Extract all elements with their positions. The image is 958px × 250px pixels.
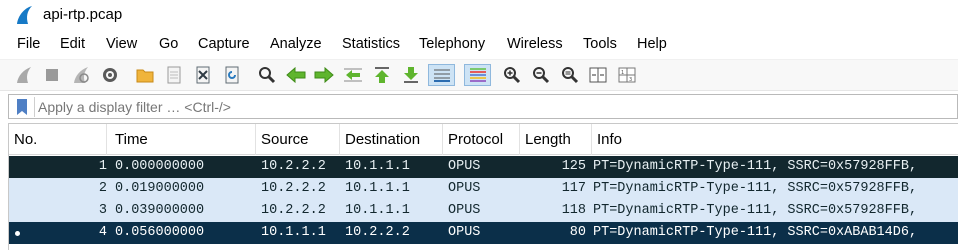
menu-tools[interactable]: Tools — [583, 36, 617, 52]
packet-source: 10.1.1.1 — [261, 225, 326, 240]
go-first-packet-icon[interactable] — [371, 64, 393, 86]
menu-file[interactable]: File — [17, 36, 40, 52]
go-last-packet-icon[interactable] — [400, 64, 422, 86]
packet-time: 0.000000000 — [115, 159, 205, 174]
wireshark-fin-icon — [17, 6, 32, 24]
packet-row[interactable]: 3 0.039000000 10.2.2.2 10.1.1.1 OPUS 118… — [9, 200, 958, 222]
packet-protocol: OPUS — [448, 181, 481, 196]
packet-length: 80 — [569, 225, 586, 240]
restart-capture-icon[interactable] — [70, 64, 92, 86]
find-packet-icon[interactable] — [256, 64, 278, 86]
svg-text:1: 1 — [621, 70, 624, 76]
zoom-in-icon[interactable] — [501, 64, 523, 86]
open-file-icon[interactable] — [134, 64, 156, 86]
normal-size-icon[interactable] — [559, 64, 581, 86]
packet-list-header: No. Time Source Destination Protocol Len… — [9, 124, 958, 155]
menu-view[interactable]: View — [106, 36, 137, 52]
title-bar: api-rtp.pcap — [0, 0, 958, 32]
menu-go[interactable]: Go — [159, 36, 178, 52]
auto-scroll-icon[interactable] — [428, 64, 455, 86]
stop-capture-icon[interactable] — [41, 64, 63, 86]
packet-time: 0.056000000 — [115, 225, 205, 240]
display-filter-bar — [8, 94, 958, 119]
packet-length: 118 — [561, 203, 586, 218]
packet-destination: 10.1.1.1 — [345, 159, 410, 174]
main-toolbar: 13 — [0, 59, 958, 91]
column-header-no[interactable]: No. — [9, 124, 107, 155]
packet-info: PT=DynamicRTP-Type-111, SSRC=0x57928FFB, — [593, 159, 918, 174]
column-layout-icon[interactable]: 13 — [616, 64, 638, 86]
menu-capture[interactable]: Capture — [198, 36, 250, 52]
display-filter-input[interactable] — [38, 96, 948, 117]
column-header-length[interactable]: Length — [520, 124, 592, 155]
resize-columns-icon[interactable] — [587, 64, 609, 86]
menu-bar: File Edit View Go Capture Analyze Statis… — [0, 33, 958, 57]
packet-destination: 10.2.2.2 — [345, 225, 410, 240]
menu-help[interactable]: Help — [637, 36, 667, 52]
column-header-info[interactable]: Info — [592, 124, 958, 155]
column-header-time[interactable]: Time — [110, 124, 256, 155]
go-to-packet-icon[interactable] — [342, 64, 364, 86]
packet-time: 0.019000000 — [115, 181, 205, 196]
packet-row[interactable]: 1 0.000000000 10.2.2.2 10.1.1.1 OPUS 125… — [9, 156, 958, 178]
packet-length: 125 — [561, 159, 586, 174]
packet-source: 10.2.2.2 — [261, 159, 326, 174]
packet-info: PT=DynamicRTP-Type-111, SSRC=0xABAB14D6, — [593, 225, 918, 240]
packet-protocol: OPUS — [448, 225, 481, 240]
go-back-icon[interactable] — [285, 64, 307, 86]
column-header-source[interactable]: Source — [256, 124, 340, 155]
packet-info: PT=DynamicRTP-Type-111, SSRC=0x57928FFB, — [593, 203, 918, 218]
packet-destination: 10.1.1.1 — [345, 181, 410, 196]
close-file-icon[interactable] — [192, 64, 214, 86]
menu-edit[interactable]: Edit — [60, 36, 85, 52]
menu-analyze[interactable]: Analyze — [270, 36, 322, 52]
packet-no: 3 — [98, 203, 107, 218]
start-capture-icon[interactable] — [13, 64, 35, 86]
menu-statistics[interactable]: Statistics — [342, 36, 400, 52]
zoom-out-icon[interactable] — [530, 64, 552, 86]
menu-telephony[interactable]: Telephony — [419, 36, 485, 52]
packet-destination: 10.1.1.1 — [345, 203, 410, 218]
packet-no: 1 — [98, 159, 107, 174]
menu-wireless[interactable]: Wireless — [507, 36, 563, 52]
column-header-destination[interactable]: Destination — [340, 124, 443, 155]
go-forward-icon[interactable] — [313, 64, 335, 86]
capture-options-icon[interactable] — [99, 64, 121, 86]
packet-info: PT=DynamicRTP-Type-111, SSRC=0x57928FFB, — [593, 181, 918, 196]
save-file-icon[interactable] — [163, 64, 185, 86]
window-title: api-rtp.pcap — [43, 6, 123, 23]
colorize-icon[interactable] — [464, 64, 491, 86]
packet-source: 10.2.2.2 — [261, 181, 326, 196]
packet-source: 10.2.2.2 — [261, 203, 326, 218]
svg-text:3: 3 — [629, 77, 632, 83]
packet-list: No. Time Source Destination Protocol Len… — [8, 123, 958, 250]
packet-row[interactable]: 2 0.019000000 10.2.2.2 10.1.1.1 OPUS 117… — [9, 178, 958, 200]
packet-protocol: OPUS — [448, 159, 481, 174]
packet-time: 0.039000000 — [115, 203, 205, 218]
packet-no: 4 — [98, 225, 107, 240]
column-header-protocol[interactable]: Protocol — [443, 124, 520, 155]
reload-file-icon[interactable] — [221, 64, 243, 86]
packet-protocol: OPUS — [448, 203, 481, 218]
filter-bookmark-icon[interactable] — [12, 98, 32, 116]
packet-length: 117 — [561, 181, 586, 196]
packet-row-selected[interactable]: 4 0.056000000 10.1.1.1 10.2.2.2 OPUS 80 … — [9, 222, 958, 244]
packet-no: 2 — [98, 181, 107, 196]
filter-separator — [34, 97, 35, 117]
